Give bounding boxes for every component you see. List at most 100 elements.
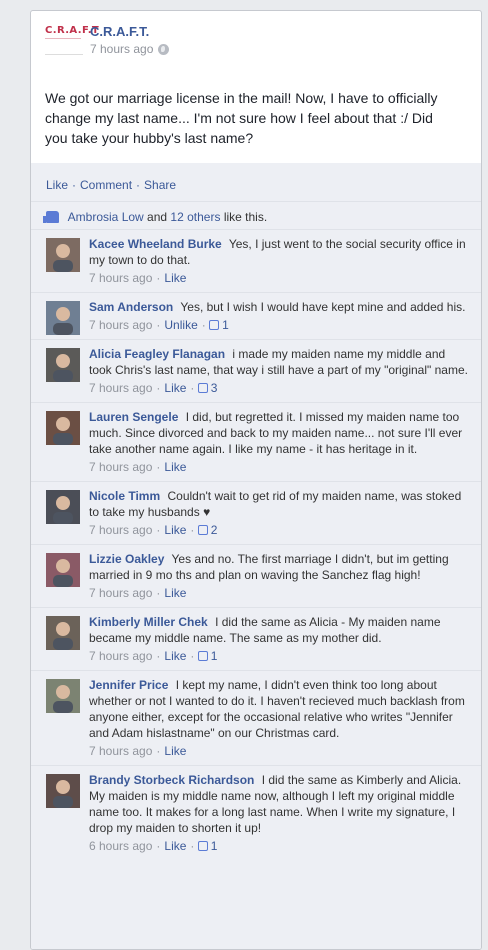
comment-like-count: 1: [222, 318, 229, 332]
comment-timestamp[interactable]: 7 hours ago: [89, 270, 152, 286]
thumbs-up-icon: [197, 841, 208, 851]
comment-likes[interactable]: · 1: [202, 317, 229, 333]
comment-author[interactable]: Kimberly Miller Chek: [89, 615, 208, 629]
comment-body: Sam Anderson Yes, but I wish I would hav…: [89, 299, 469, 315]
comment-item: Jennifer Price I kept my name, I didn't …: [31, 670, 481, 765]
share-button[interactable]: Share: [144, 178, 176, 192]
comment-like-button[interactable]: Like: [164, 522, 186, 538]
separator: ·: [156, 649, 161, 663]
comment-author[interactable]: Alicia Feagley Flanagan: [89, 347, 225, 361]
comment-author[interactable]: Kacee Wheeland Burke: [89, 237, 222, 251]
comment-body: Brandy Storbeck Richardson I did the sam…: [89, 772, 469, 836]
avatar[interactable]: [46, 411, 80, 445]
logo-underline: [45, 38, 81, 39]
comment-author[interactable]: Brandy Storbeck Richardson: [89, 773, 254, 787]
comment-item: Kacee Wheeland Burke Yes, I just went to…: [31, 229, 481, 292]
comment-likes[interactable]: · 1: [190, 648, 217, 664]
post-meta: 7 hours ago: [90, 42, 170, 56]
others-link[interactable]: 12 others: [170, 210, 220, 224]
comment-item: Nicole Timm Couldn't wait to get rid of …: [31, 481, 481, 544]
comment-author[interactable]: Lizzie Oakley: [89, 552, 164, 566]
comment-body: Lauren Sengele I did, but regretted it. …: [89, 409, 469, 457]
separator: ·: [156, 318, 161, 332]
logo-text: C.R.A.F.T: [45, 25, 100, 36]
comment-likes[interactable]: · 2: [190, 522, 217, 538]
comment-item: Brandy Storbeck Richardson I did the sam…: [31, 765, 481, 860]
comment-like-count: 1: [210, 649, 218, 663]
separator: ·: [190, 649, 195, 663]
avatar[interactable]: [46, 301, 80, 335]
comment-timestamp[interactable]: 7 hours ago: [89, 648, 152, 664]
post-text: We got our marriage license in the mail!…: [45, 90, 438, 146]
avatar[interactable]: [46, 238, 80, 272]
thumbs-up-icon: [209, 320, 220, 330]
comment-likes[interactable]: · 1: [190, 838, 217, 854]
comment-item: Lauren Sengele I did, but regretted it. …: [31, 402, 481, 481]
comment-meta: 7 hours ago · Like: [89, 459, 469, 475]
comment-author[interactable]: Lauren Sengele: [89, 410, 178, 424]
comment-author[interactable]: Jennifer Price: [89, 678, 168, 692]
comment-like-button[interactable]: Like: [164, 838, 186, 854]
like-button[interactable]: Like: [46, 178, 68, 192]
comment-like-button[interactable]: Like: [164, 380, 186, 396]
separator: ·: [156, 744, 161, 758]
separator: ·: [190, 381, 195, 395]
comment-like-button[interactable]: Unlike: [164, 317, 197, 333]
post-timestamp[interactable]: 7 hours ago: [90, 42, 153, 56]
comment-likes[interactable]: · 3: [190, 380, 217, 396]
avatar[interactable]: [46, 616, 80, 650]
comment-like-button[interactable]: Like: [164, 743, 186, 759]
comment-meta: 6 hours ago · Like · 1: [89, 838, 469, 854]
thumbs-up-icon: [197, 525, 208, 535]
avatar[interactable]: [46, 490, 80, 524]
comment-like-count: 3: [210, 381, 218, 395]
comment-meta: 7 hours ago · Like: [89, 585, 469, 601]
comment-body: Alicia Feagley Flanagan i made my maiden…: [89, 346, 469, 378]
comment-list: Kacee Wheeland Burke Yes, I just went to…: [31, 229, 481, 860]
comment-author[interactable]: Sam Anderson: [89, 300, 173, 314]
avatar[interactable]: [46, 348, 80, 382]
comment-like-button[interactable]: Like: [164, 648, 186, 664]
likes-and: and: [147, 210, 168, 224]
comment-timestamp[interactable]: 7 hours ago: [89, 585, 152, 601]
comment-timestamp[interactable]: 7 hours ago: [89, 522, 152, 538]
avatar[interactable]: [46, 679, 80, 713]
comment-author[interactable]: Nicole Timm: [89, 489, 160, 503]
separator: ·: [72, 178, 77, 192]
separator: ·: [156, 271, 161, 285]
liker-link[interactable]: Ambrosia Low: [68, 210, 144, 224]
comment-like-button[interactable]: Like: [164, 270, 186, 286]
comment-item: Sam Anderson Yes, but I wish I would hav…: [31, 292, 481, 339]
likes-suffix: like this.: [223, 210, 268, 224]
avatar[interactable]: [46, 553, 80, 587]
thumbs-up-icon: [43, 211, 59, 223]
comment-body: Lizzie Oakley Yes and no. The first marr…: [89, 551, 469, 583]
comment-body: Kacee Wheeland Burke Yes, I just went to…: [89, 236, 469, 268]
comment-like-count: 1: [210, 839, 218, 853]
comment-meta: 7 hours ago · Like · 1: [89, 648, 469, 664]
separator: ·: [156, 523, 161, 537]
page-logo[interactable]: C.R.A.F.T: [45, 25, 100, 55]
avatar[interactable]: [46, 774, 80, 808]
separator: ·: [190, 839, 195, 853]
comment-text: Yes, but I wish I would have kept mine a…: [180, 300, 466, 314]
comment-button[interactable]: Comment: [80, 178, 132, 192]
separator: ·: [156, 381, 161, 395]
comment-item: Lizzie Oakley Yes and no. The first marr…: [31, 544, 481, 607]
comment-like-button[interactable]: Like: [164, 459, 186, 475]
comment-timestamp[interactable]: 7 hours ago: [89, 380, 152, 396]
comment-timestamp[interactable]: 7 hours ago: [89, 317, 152, 333]
separator: ·: [156, 839, 161, 853]
comment-meta: 7 hours ago · Like: [89, 743, 469, 759]
post-header: C.R.A.F.T C.R.A.F.T. 7 hours ago: [31, 11, 481, 63]
separator: ·: [136, 178, 141, 192]
page-name-link[interactable]: C.R.A.F.T.: [90, 24, 149, 39]
comment-body: Jennifer Price I kept my name, I didn't …: [89, 677, 469, 741]
comment-like-button[interactable]: Like: [164, 585, 186, 601]
comment-timestamp[interactable]: 7 hours ago: [89, 743, 152, 759]
comment-timestamp[interactable]: 6 hours ago: [89, 838, 152, 854]
comment-timestamp[interactable]: 7 hours ago: [89, 459, 152, 475]
comment-like-count: 2: [210, 523, 218, 537]
globe-icon: [158, 43, 170, 55]
comment-meta: 7 hours ago · Unlike · 1: [89, 317, 469, 333]
